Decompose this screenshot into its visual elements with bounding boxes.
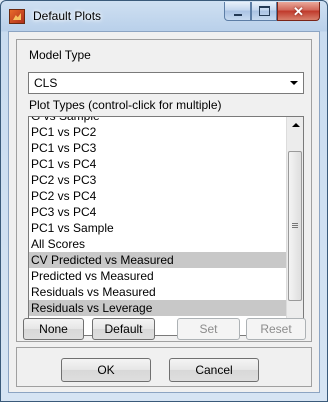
list-item[interactable]: PC1 vs PC2 [29, 124, 287, 140]
maximize-icon [258, 6, 270, 16]
list-item[interactable]: PC3 vs PC4 [29, 204, 287, 220]
default-button[interactable]: Default [92, 318, 155, 340]
list-item[interactable]: CV Predicted vs Measured [29, 252, 287, 268]
dialog-window: Default Plots ✕ Model Type CLS Plot Type… [0, 0, 328, 402]
grip-icon [292, 223, 298, 229]
model-type-label: Model Type [29, 48, 91, 62]
none-button[interactable]: None [23, 318, 84, 340]
chevron-down-icon[interactable] [286, 74, 302, 92]
minimize-icon [233, 13, 242, 16]
close-icon: ✕ [293, 3, 304, 19]
minimize-button[interactable] [224, 2, 251, 21]
ok-button[interactable]: OK [61, 358, 151, 382]
cancel-button[interactable]: Cancel [169, 358, 259, 382]
maximize-button[interactable] [251, 2, 277, 21]
list-item[interactable]: PC2 vs PC4 [29, 188, 287, 204]
list-item[interactable]: Residuals vs Leverage [29, 300, 287, 316]
plot-types-items: G vs Sample PC1 vs PC2 PC1 vs PC3 PC1 vs PC… [29, 117, 287, 316]
reset-button[interactable]: Reset [246, 318, 306, 340]
scroll-up-icon[interactable] [288, 117, 303, 133]
list-scrollbar[interactable] [286, 117, 303, 335]
model-type-select[interactable]: CLS [28, 72, 304, 94]
list-item[interactable]: Residuals vs Measured [29, 284, 287, 300]
model-type-value: CLS [34, 76, 58, 90]
dialog-body: Model Type CLS Plot Types (control-click… [8, 31, 320, 393]
scroll-thumb[interactable] [288, 151, 302, 301]
close-button[interactable]: ✕ [277, 2, 320, 21]
window-title: Default Plots [33, 9, 102, 23]
plot-types-list[interactable]: G vs Sample PC1 vs PC2 PC1 vs PC3 PC1 vs PC… [28, 116, 304, 336]
list-item[interactable]: PC1 vs Sample [29, 220, 287, 236]
matlab-icon [9, 9, 25, 24]
list-item[interactable]: All Scores [29, 236, 287, 252]
plot-settings-panel: Model Type CLS Plot Types (control-click… [16, 39, 312, 342]
title-bar[interactable]: Default Plots ✕ [1, 1, 327, 31]
set-button[interactable]: Set [177, 318, 240, 340]
list-item[interactable]: PC1 vs PC3 [29, 140, 287, 156]
list-item[interactable]: Predicted vs Measured [29, 268, 287, 284]
plot-types-label: Plot Types (control-click for multiple) [29, 98, 222, 112]
list-item[interactable]: G vs Sample [29, 117, 287, 124]
list-item[interactable]: PC1 vs PC4 [29, 156, 287, 172]
list-item[interactable]: PC2 vs PC3 [29, 172, 287, 188]
